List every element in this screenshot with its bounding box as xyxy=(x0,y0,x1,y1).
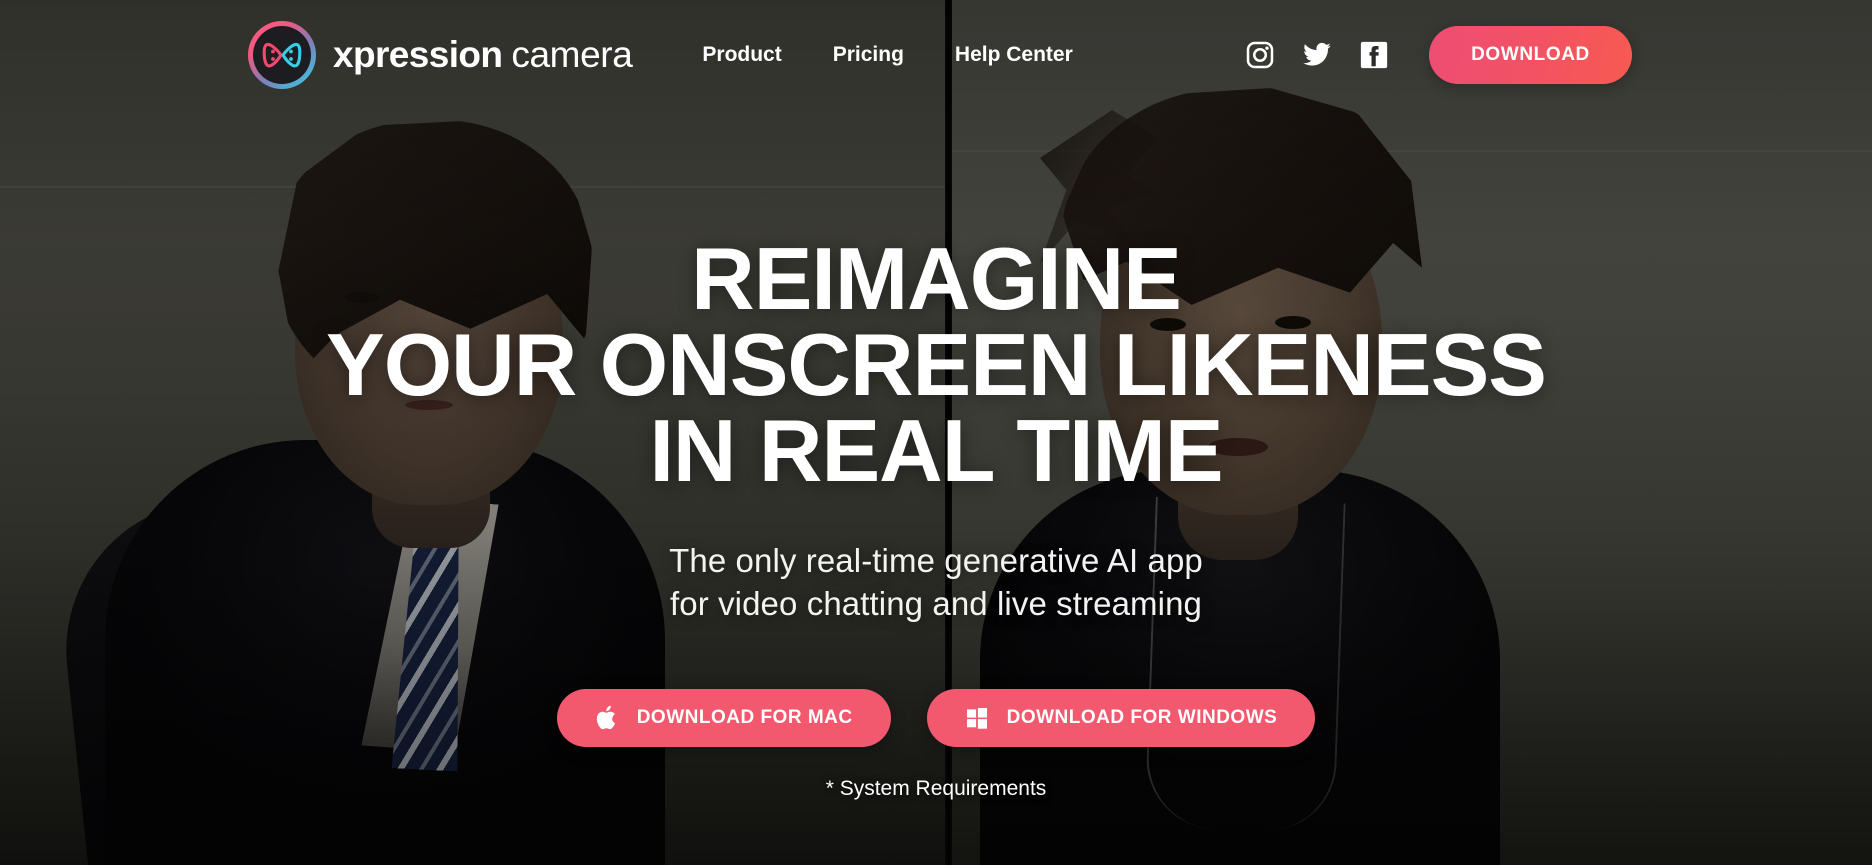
nav-item-pricing[interactable]: Pricing xyxy=(833,43,904,67)
facebook-icon[interactable] xyxy=(1359,40,1389,70)
windows-icon xyxy=(966,707,987,729)
apple-icon xyxy=(596,705,615,729)
page-title: REIMAGINE YOUR ONSCREEN LIKENESS IN REAL… xyxy=(326,229,1547,501)
site-header: xpression camera Product Pricing Help Ce… xyxy=(0,0,1872,110)
brand-logo[interactable]: xpression camera xyxy=(248,21,633,89)
brand-name-bold: xpression xyxy=(333,34,503,75)
cta-row: DOWNLOAD FOR MAC DOWNLOAD FOR WINDOWS xyxy=(556,688,1316,747)
download-for-windows-label: DOWNLOAD FOR WINDOWS xyxy=(1006,706,1278,728)
xpression-butterfly-logo-icon xyxy=(248,21,316,89)
subtitle-line-1: The only real-time generative AI app xyxy=(669,541,1203,579)
hero-subtitle: The only real-time generative AI app for… xyxy=(669,539,1203,626)
headline-line-2: YOUR ONSCREEN LIKENESS xyxy=(326,315,1547,415)
instagram-icon[interactable] xyxy=(1245,40,1275,70)
subtitle-line-2: for video chatting and live streaming xyxy=(669,585,1202,623)
download-for-mac-button[interactable]: DOWNLOAD FOR MAC xyxy=(556,688,891,747)
hero-page: xpression camera Product Pricing Help Ce… xyxy=(0,0,1872,865)
headline-line-1: REIMAGINE xyxy=(691,229,1182,328)
main-navigation: Product Pricing Help Center xyxy=(702,43,1072,67)
hero-content: REIMAGINE YOUR ONSCREEN LIKENESS IN REAL… xyxy=(0,229,1872,801)
brand-wordmark: xpression camera xyxy=(333,34,633,76)
system-requirements-link[interactable]: * System Requirements xyxy=(826,777,1047,801)
download-for-windows-button[interactable]: DOWNLOAD FOR WINDOWS xyxy=(926,688,1316,747)
headline-line-3: IN REAL TIME xyxy=(649,401,1223,501)
download-for-mac-label: DOWNLOAD FOR MAC xyxy=(636,706,853,728)
nav-item-help-center[interactable]: Help Center xyxy=(955,43,1073,67)
nav-item-product[interactable]: Product xyxy=(702,43,781,67)
butterfly-mark-icon xyxy=(262,42,302,68)
twitter-icon[interactable] xyxy=(1302,40,1332,70)
header-download-button[interactable]: DOWNLOAD xyxy=(1429,26,1632,84)
social-links xyxy=(1245,40,1389,70)
brand-name-light: camera xyxy=(511,34,633,75)
